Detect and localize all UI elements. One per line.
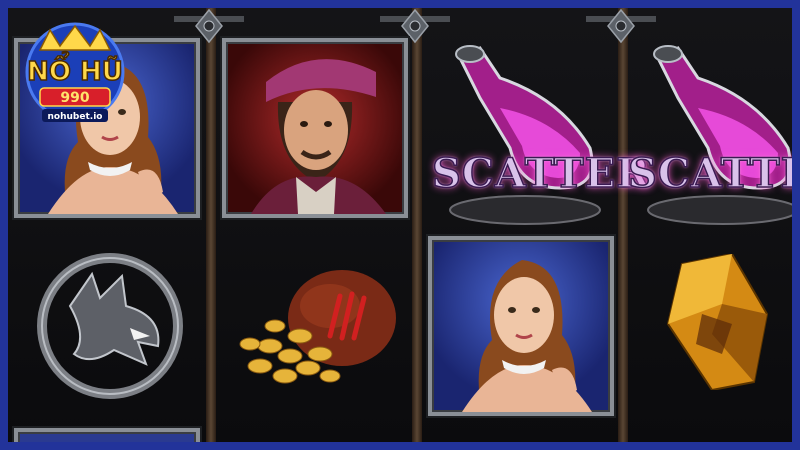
symbol-man-portrait [222, 38, 408, 218]
woman-portrait-icon [462, 260, 592, 412]
logo-domain: nohubet.io [48, 112, 103, 122]
symbol-woman-portrait [14, 428, 200, 442]
reel-divider [412, 8, 422, 442]
symbol-woman-portrait [428, 236, 614, 416]
scatter-potion-icon [647, 45, 792, 225]
amber-crystal-icon [666, 254, 769, 390]
scatter-label: SCATTER [627, 149, 792, 198]
brand-logo: NỔ HŨ 990 nohubet.io [25, 22, 125, 122]
symbol-scatter: SCATTER [422, 38, 650, 228]
logo-number: 990 [60, 90, 89, 106]
coin-pouch-icon [239, 270, 396, 384]
reel-divider [618, 8, 628, 442]
reel-divider [206, 8, 216, 442]
man-portrait-icon [251, 59, 386, 214]
reel-area: SCATTER SCATTER [8, 8, 792, 442]
symbol-scatter: SCATTER [627, 38, 792, 228]
scatter-potion-icon [449, 45, 601, 225]
game-window: SCATTER SCATTER [0, 0, 800, 450]
scatter-label: SCATTER [431, 149, 651, 198]
wolf-medallion-icon [37, 253, 183, 399]
